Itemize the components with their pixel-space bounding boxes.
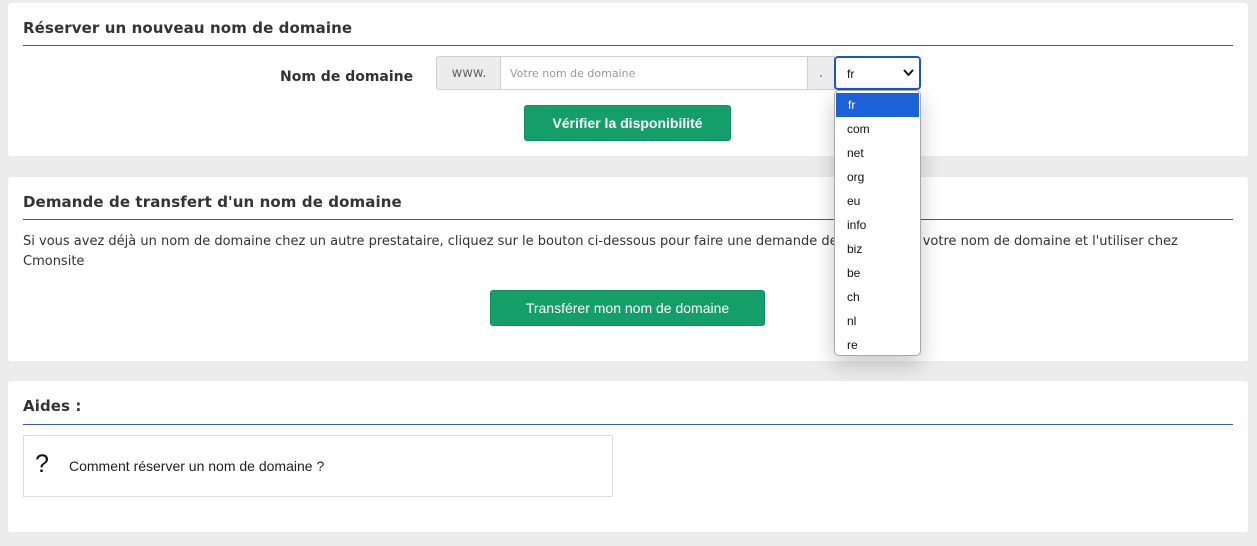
transfer-panel-divider xyxy=(23,219,1233,220)
tld-option-re[interactable]: re xyxy=(835,333,920,355)
domain-name-label: Nom de domaine xyxy=(280,69,414,85)
tld-option-eu[interactable]: eu xyxy=(835,189,920,213)
tld-dropdown-list: fr com net org eu info biz be ch nl re xyxy=(834,90,921,356)
tld-option-be[interactable]: be xyxy=(835,261,920,285)
verify-availability-button[interactable]: Vérifier la disponibilité xyxy=(524,105,731,141)
help-panel: Aides : ? Comment réserver un nom de dom… xyxy=(8,381,1248,532)
help-item-reserve-domain[interactable]: ? Comment réserver un nom de domaine ? xyxy=(23,435,613,497)
transfer-domain-panel: Demande de transfert d'un nom de domaine… xyxy=(8,177,1248,361)
help-item-label: Comment réserver un nom de domaine ? xyxy=(69,458,325,474)
tld-select-value: fr xyxy=(847,67,855,81)
tld-select[interactable]: fr xyxy=(834,56,921,90)
help-panel-title: Aides : xyxy=(23,397,82,415)
help-panel-divider xyxy=(23,424,1233,425)
reserve-panel-divider xyxy=(23,45,1233,46)
tld-option-ch[interactable]: ch xyxy=(835,285,920,309)
chevron-down-icon xyxy=(903,69,914,76)
reserve-panel-title: Réserver un nouveau nom de domaine xyxy=(23,19,353,37)
tld-option-org[interactable]: org xyxy=(835,165,920,189)
transfer-panel-title: Demande de transfert d'un nom de domaine xyxy=(23,193,402,211)
reserve-domain-panel: Réserver un nouveau nom de domaine Nom d… xyxy=(8,3,1248,156)
tld-option-net[interactable]: net xyxy=(835,141,920,165)
transfer-domain-button[interactable]: Transférer mon nom de domaine xyxy=(490,290,765,326)
tld-option-fr[interactable]: fr xyxy=(836,93,919,117)
tld-option-biz[interactable]: biz xyxy=(835,237,920,261)
dot-separator: . xyxy=(807,56,835,90)
transfer-description: Si vous avez déjà un nom de domaine chez… xyxy=(23,234,1178,269)
tld-option-info[interactable]: info xyxy=(835,213,920,237)
tld-option-nl[interactable]: nl xyxy=(835,309,920,333)
domain-name-input[interactable] xyxy=(500,56,808,90)
tld-option-com[interactable]: com xyxy=(835,117,920,141)
question-icon: ? xyxy=(35,450,49,478)
www-prefix: www. xyxy=(436,56,501,90)
